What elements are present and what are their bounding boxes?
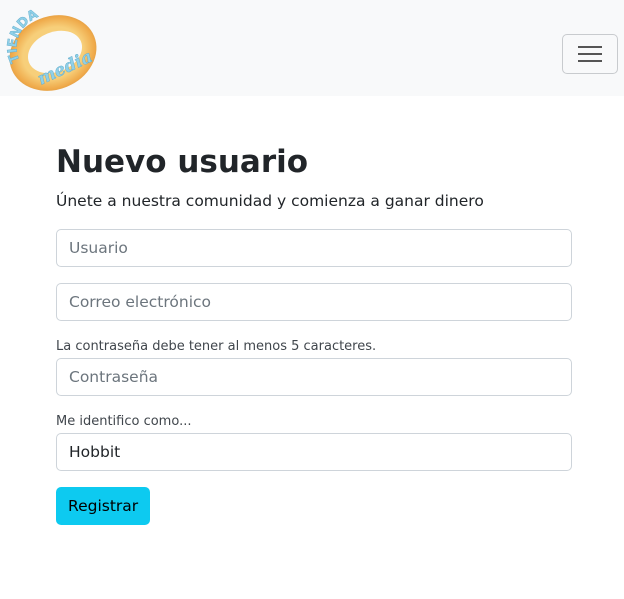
navbar: TIENDA media bbox=[0, 0, 624, 96]
navbar-toggler-button[interactable] bbox=[562, 34, 618, 74]
register-button[interactable]: Registrar bbox=[56, 487, 151, 525]
password-input[interactable]: Contraseña bbox=[56, 358, 572, 396]
password-help-text: La contraseña debe tener al menos 5 cara… bbox=[56, 339, 377, 354]
tienda-media-logo[interactable]: TIENDA media bbox=[6, 9, 102, 95]
identity-input[interactable]: Hobbit bbox=[56, 433, 572, 471]
hamburger-menu-icon bbox=[578, 46, 602, 62]
page-title: Nuevo usuario bbox=[56, 144, 309, 180]
email-input[interactable]: Correo electrónico bbox=[56, 283, 572, 321]
identity-label: Me identifico como... bbox=[56, 414, 192, 429]
username-input[interactable]: Usuario bbox=[56, 229, 572, 267]
page-subtitle: Únete a nuestra comunidad y comienza a g… bbox=[56, 192, 484, 210]
